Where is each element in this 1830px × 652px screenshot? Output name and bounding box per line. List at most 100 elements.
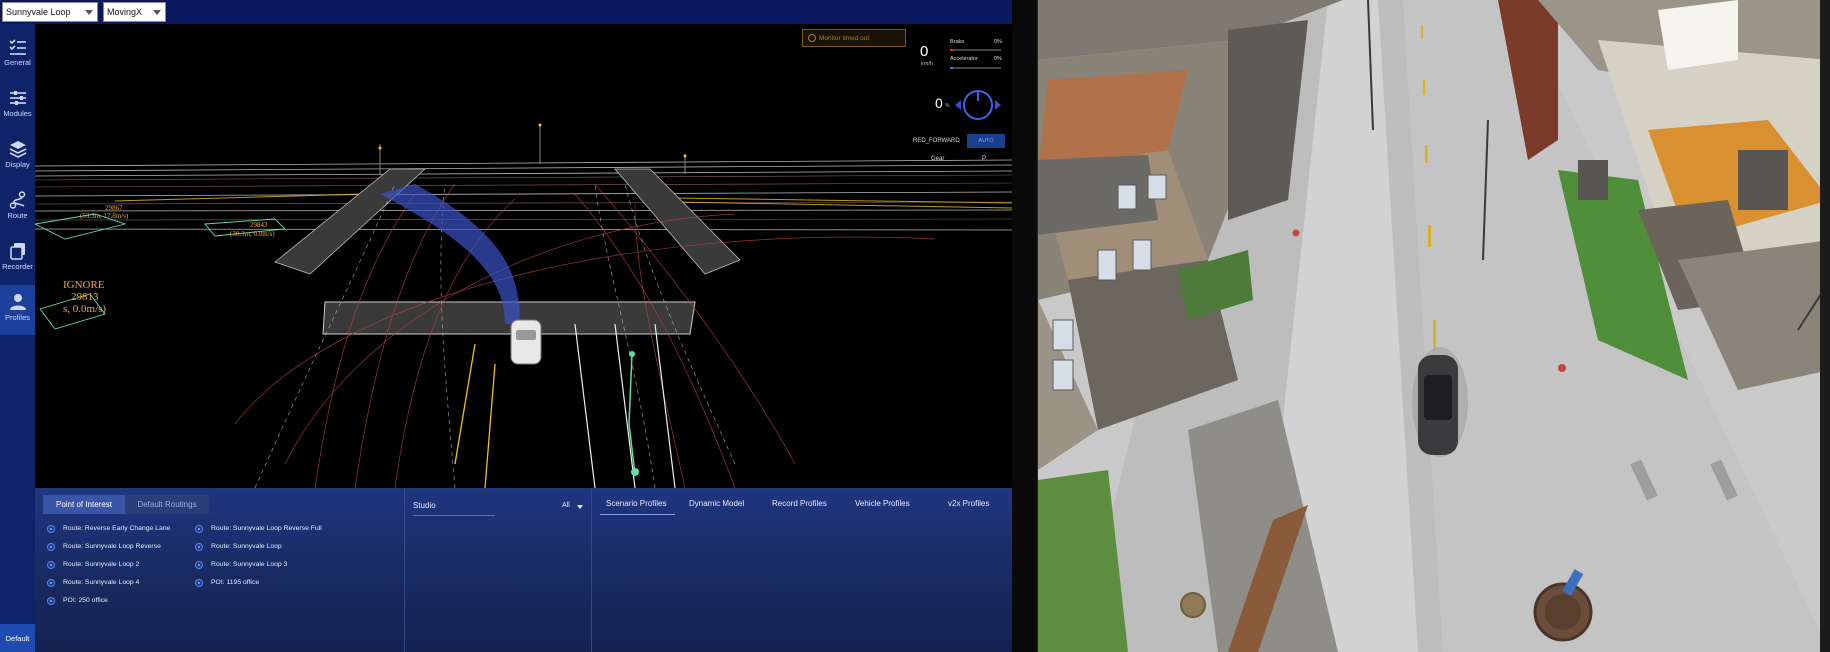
recorder-icon bbox=[9, 243, 25, 260]
accelerator-meter bbox=[950, 67, 1001, 69]
sidebar-item-label: Recorder bbox=[2, 262, 33, 271]
poi-item-label: POI: 1195 office bbox=[211, 579, 260, 586]
tab-default-routings[interactable]: Default Routings bbox=[125, 495, 209, 514]
tab-scenario-profiles[interactable]: Scenario Profiles bbox=[606, 499, 666, 508]
dreamview-panel: Sunnyvale Loop MovingX General Modules D… bbox=[0, 0, 1012, 652]
location-icon bbox=[195, 543, 203, 551]
studio-filter-select[interactable]: All bbox=[562, 502, 570, 509]
ego-vehicle bbox=[510, 319, 542, 365]
poi-item[interactable]: Route: Sunnyvale Loop 4 bbox=[45, 579, 140, 587]
sidebar-item-route[interactable]: Route bbox=[0, 183, 35, 233]
brake-percent: 0% bbox=[994, 39, 1002, 45]
tab-v2x-profiles[interactable]: v2x Profiles bbox=[948, 499, 989, 508]
obstacle-b-info: (30.3m, 0.0m/s) bbox=[230, 230, 275, 238]
map-scene-view[interactable]: IGNORE 29813 s, 0.0m/s) 29867 (53.3m, 17… bbox=[35, 24, 1012, 488]
poi-item[interactable]: POI: 1195 office bbox=[193, 579, 260, 587]
poi-item[interactable]: POI: 250 office bbox=[45, 597, 108, 605]
location-icon bbox=[47, 597, 55, 605]
obstacle-a-id: 29867 bbox=[105, 204, 123, 212]
studio-underline bbox=[413, 515, 495, 516]
location-icon bbox=[47, 579, 55, 587]
steering-value: 0 bbox=[935, 95, 943, 111]
sidebar-item-label: Modules bbox=[3, 109, 32, 118]
poi-item-label: Route: Sunnyvale Loop Reverse Full bbox=[211, 525, 322, 532]
profile-tabs: Scenario Profiles Dynamic Model Record P… bbox=[592, 488, 1012, 652]
chevron-down-icon[interactable] bbox=[577, 505, 583, 509]
top-bar: Sunnyvale Loop MovingX bbox=[0, 0, 1012, 24]
tab-vehicle-profiles[interactable]: Vehicle Profiles bbox=[855, 499, 910, 508]
sidebar-item-label: Route bbox=[7, 211, 28, 220]
tab-point-of-interest[interactable]: Point of Interest bbox=[43, 495, 125, 514]
active-tab-indicator bbox=[600, 514, 675, 515]
warning-icon bbox=[808, 34, 816, 42]
gear-label: Gear bbox=[931, 156, 945, 162]
bottom-panel: Point of Interest Default Routings Route… bbox=[35, 488, 1012, 652]
studio-title: Studio bbox=[413, 501, 436, 510]
auto-mode-badge: AUTO bbox=[967, 134, 1005, 148]
studio-panel: Studio All bbox=[405, 488, 592, 652]
monitor-message: Monitor timed out bbox=[802, 29, 906, 47]
poi-item-label: Route: Reverse Early Change Lane bbox=[63, 525, 171, 532]
poi-item-label: Route: Sunnyvale Loop Reverse bbox=[63, 543, 161, 550]
obstacle-b-id: 29843 bbox=[250, 221, 268, 229]
display-icon bbox=[9, 141, 26, 158]
brake-meter-fill bbox=[950, 49, 953, 51]
obstacle-a-info: (53.3m, 17.8m/s) bbox=[80, 212, 129, 220]
ignore-id-label: 29813 bbox=[71, 291, 99, 303]
map-select-value: Sunnyvale Loop bbox=[6, 7, 71, 17]
modules-icon bbox=[9, 91, 26, 105]
sidebar-item-display[interactable]: Display bbox=[0, 132, 35, 182]
map-select[interactable]: Sunnyvale Loop bbox=[2, 2, 98, 22]
panel-divider bbox=[1012, 0, 1038, 652]
sidebar-item-label: Profiles bbox=[4, 313, 30, 322]
sidebar: General Modules Display Route Recorder P… bbox=[0, 24, 35, 652]
poi-item-label: Route: Sunnyvale Loop 3 bbox=[211, 561, 288, 568]
vehicle-select-value: MovingX bbox=[107, 7, 143, 17]
monitor-message-text: Monitor timed out bbox=[819, 35, 870, 42]
poi-item[interactable]: Route: Sunnyvale Loop Reverse Full bbox=[193, 525, 322, 533]
chevron-down-icon bbox=[153, 10, 161, 15]
route-icon bbox=[9, 191, 25, 209]
sidebar-item-profiles[interactable]: Profiles bbox=[0, 285, 35, 335]
speed-unit: km/h bbox=[921, 61, 933, 67]
location-icon bbox=[47, 525, 55, 533]
tab-record-profiles[interactable]: Record Profiles bbox=[772, 499, 827, 508]
poi-item[interactable]: Route: Sunnyvale Loop Reverse bbox=[45, 543, 161, 551]
sidebar-item-modules[interactable]: Modules bbox=[0, 81, 35, 131]
ignore-info-label: s, 0.0m/s) bbox=[63, 303, 106, 315]
location-icon bbox=[195, 525, 203, 533]
poi-item[interactable]: Route: Sunnyvale Loop 2 bbox=[45, 561, 140, 569]
accelerator-percent: 0% bbox=[994, 56, 1002, 62]
poi-item[interactable]: Route: Sunnyvale Loop 3 bbox=[193, 561, 288, 569]
default-layout-button[interactable]: Default bbox=[0, 624, 35, 652]
poi-item-label: Route: Sunnyvale Loop 2 bbox=[63, 561, 140, 568]
brake-label: Brake bbox=[950, 39, 965, 45]
profiles-icon bbox=[9, 294, 26, 310]
location-icon bbox=[195, 579, 203, 587]
steering-unit: % bbox=[945, 103, 950, 109]
poi-item[interactable]: Route: Reverse Early Change Lane bbox=[45, 525, 171, 533]
simulated-vehicle bbox=[1412, 347, 1468, 457]
ignore-label: IGNORE bbox=[63, 279, 105, 291]
accelerator-label: Accelerator bbox=[950, 56, 978, 62]
poi-item-label: Route: Sunnyvale Loop bbox=[211, 543, 282, 550]
sidebar-item-general[interactable]: General bbox=[0, 30, 35, 80]
location-icon bbox=[47, 543, 55, 551]
sidebar-item-recorder[interactable]: Recorder bbox=[0, 234, 35, 284]
poi-item[interactable]: Route: Sunnyvale Loop bbox=[193, 543, 282, 551]
gear-value: P bbox=[982, 156, 987, 162]
brake-meter bbox=[950, 49, 1001, 51]
poi-panel: Point of Interest Default Routings Route… bbox=[35, 488, 405, 652]
sidebar-item-label: General bbox=[4, 58, 31, 67]
location-icon bbox=[195, 561, 203, 569]
vehicle-select[interactable]: MovingX bbox=[103, 2, 166, 22]
poi-item-label: Route: Sunnyvale Loop 4 bbox=[63, 579, 140, 586]
drive-mode-label: RED_FORWARD bbox=[913, 138, 960, 144]
steering-wheel-icon bbox=[955, 90, 1001, 120]
location-icon bbox=[47, 561, 55, 569]
speed-value: 0 bbox=[920, 43, 929, 60]
accelerator-meter-fill bbox=[950, 67, 953, 69]
sidebar-item-label: Display bbox=[5, 160, 30, 169]
poi-item-label: POI: 250 office bbox=[63, 597, 108, 604]
tab-dynamic-model[interactable]: Dynamic Model bbox=[689, 499, 744, 508]
